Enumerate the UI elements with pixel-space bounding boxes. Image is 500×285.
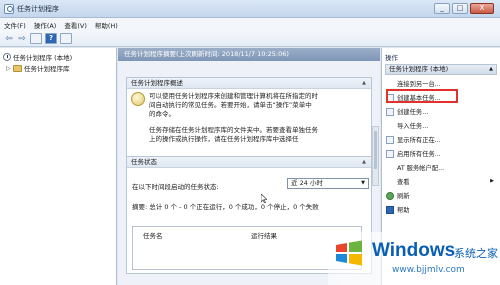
period-value: 近 24 小时 [291, 179, 323, 187]
action-connect[interactable]: 连接到另一台... [386, 79, 441, 88]
help-icon [386, 205, 394, 214]
tree-root[interactable]: 任务计划程序 (本地) [3, 52, 72, 62]
menu-file[interactable]: 文件(F) [4, 20, 26, 30]
submenu-arrow-icon: ▶ [490, 178, 494, 184]
chevron-down-icon: ▼ [361, 180, 365, 186]
minimize-button[interactable]: _ [434, 3, 450, 14]
overview-title: 任务计划程序概述 [131, 79, 183, 87]
task-status-header[interactable]: 任务状态 ▲ [127, 157, 371, 168]
blank-icon [386, 122, 394, 130]
create-task-icon [386, 107, 394, 116]
watermark: Windows 系统之家 www.bjjmlv.com [328, 232, 500, 285]
action-refresh[interactable]: 刷新 [386, 191, 410, 200]
window-controls: _ □ X [434, 3, 494, 14]
title-bar: 任务计划程序 _ □ X [0, 0, 500, 18]
collapse-icon[interactable]: ▲ [489, 65, 493, 74]
expand-arrow-icon[interactable]: ▷ [6, 65, 11, 72]
clock-icon [3, 53, 11, 61]
collapse-icon[interactable]: ▲ [362, 157, 366, 168]
tree-root-label: 任务计划程序 (本地) [13, 54, 73, 62]
actions-group-header[interactable]: 任务计划程序 (本地) ▲ [385, 64, 497, 75]
blank-icon [386, 80, 394, 88]
blank-icon [386, 164, 394, 172]
overview-body: 可以使用任务计划程序来创建和管理计算机将在所指定的时 间自动执行的常见任务。若要… [127, 89, 371, 162]
overview-paragraph-2: 任务存储在任务计划程序库的文件夹中。若要查看单独任务 上的操作或执行操作，请在任… [149, 126, 318, 143]
maximize-button[interactable]: □ [452, 3, 468, 14]
menu-bar: 文件(F) 操作(A) 查看(V) 帮助(H) [0, 18, 500, 31]
vertical-scrollbar[interactable] [372, 126, 379, 186]
enable-history-icon [386, 149, 394, 158]
overview-header[interactable]: 任务计划程序概述 ▲ [127, 78, 371, 89]
action-enable-all[interactable]: 启用所有任务... [386, 149, 441, 158]
blank-icon [386, 178, 394, 186]
running-tasks-icon [386, 135, 394, 144]
overview-paragraph-1: 可以使用任务计划程序来创建和管理计算机将在所指定的时 间自动执行的常见任务。若要… [149, 92, 318, 118]
task-status-title: 任务状态 [131, 158, 157, 166]
column-run-result[interactable]: 运行结果 [251, 230, 277, 240]
windows-logo-icon [336, 240, 362, 266]
forward-arrow-icon[interactable]: ⇨ [17, 34, 27, 44]
period-select[interactable]: 近 24 小时 ▼ [287, 178, 369, 189]
close-button[interactable]: X [470, 3, 494, 14]
navigation-tree: 任务计划程序 (本地) ▷ 任务计划程序库 [0, 48, 117, 285]
menu-help[interactable]: 帮助(H) [95, 20, 118, 30]
action-pane-icon[interactable] [60, 33, 72, 44]
status-summary: 摘要: 总计 0 个 - 0 个正在运行，0 个成功，0 个停止，0 个失败 [132, 203, 319, 211]
action-create-task[interactable]: 创建任务... [386, 107, 428, 116]
back-arrow-icon[interactable]: ⇦ [4, 34, 14, 44]
overview-section: 任务计划程序概述 ▲ 可以使用任务计划程序来创建和管理计算机将在所指定的时 间自… [126, 77, 372, 163]
toolbar: ⇦ ⇨ ? [0, 31, 500, 47]
info-icon [131, 92, 145, 106]
refresh-icon [386, 191, 394, 200]
actions-title: 操作 [385, 54, 398, 62]
watermark-subtitle: 系统之家 [454, 247, 498, 260]
folder-icon [13, 64, 22, 72]
highlight-box [386, 89, 458, 103]
tree-library-label: 任务计划程序库 [24, 65, 70, 73]
action-import-task[interactable]: 导入任务... [386, 121, 428, 130]
menu-action[interactable]: 操作(A) [34, 20, 57, 30]
console-tree-icon[interactable] [30, 33, 42, 44]
watermark-url: www.bjjmlv.com [392, 265, 465, 275]
menu-view[interactable]: 查看(V) [64, 20, 87, 30]
column-task-name[interactable]: 任务名 [143, 230, 163, 240]
period-label: 在以下时间段启动的任务状态: [132, 183, 219, 191]
action-help[interactable]: 帮助 [386, 205, 410, 214]
collapse-icon[interactable]: ▲ [362, 78, 366, 89]
watermark-title: Windows [372, 240, 456, 261]
window-title: 任务计划程序 [17, 5, 59, 13]
action-display-running[interactable]: 显示所有正在... [386, 135, 441, 144]
task-scheduler-icon [4, 4, 14, 14]
summary-header: 任务计划程序摘要(上次刷新时间: 2018/11/7 10:25:06) [118, 48, 380, 61]
action-at-service[interactable]: AT 服务帐户配... [386, 163, 444, 172]
action-view[interactable]: 查看 [386, 177, 410, 186]
tree-library[interactable]: ▷ 任务计划程序库 [6, 63, 70, 73]
help-icon[interactable]: ? [45, 33, 57, 44]
